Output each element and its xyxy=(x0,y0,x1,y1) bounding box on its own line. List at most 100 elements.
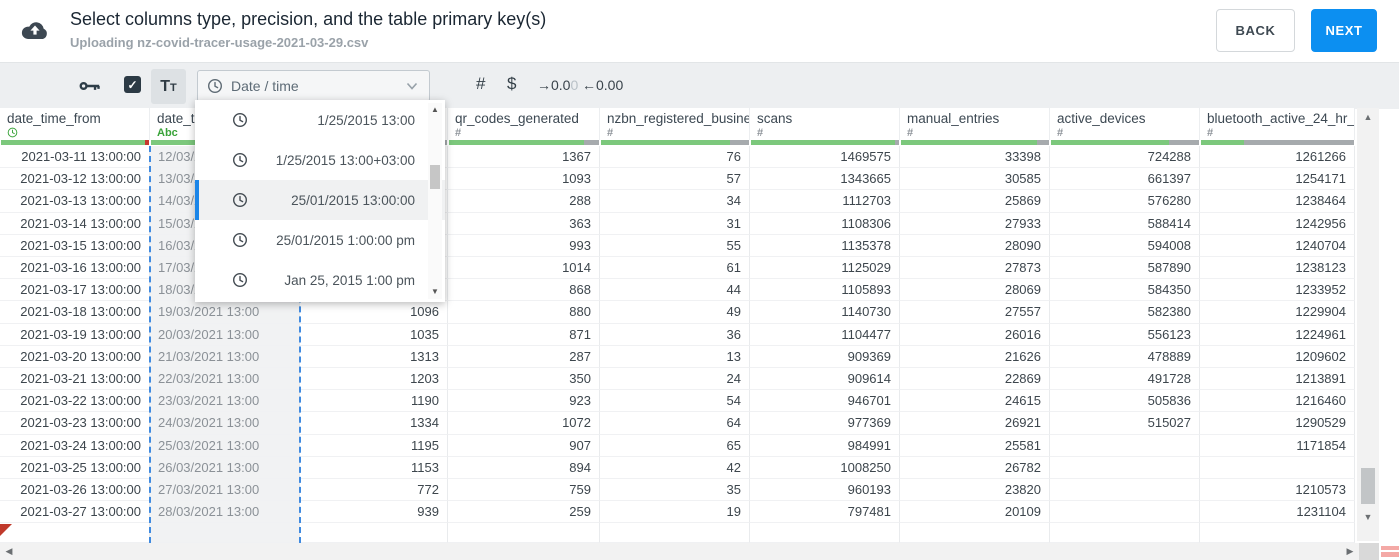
table-cell[interactable] xyxy=(1050,479,1200,502)
type-select[interactable]: Date / time xyxy=(197,70,430,102)
table-cell[interactable]: 31 xyxy=(600,212,750,235)
table-cell[interactable]: 491728 xyxy=(1050,368,1200,391)
table-cell[interactable]: 1008250 xyxy=(750,456,900,479)
next-button[interactable]: NEXT xyxy=(1311,9,1377,52)
table-cell[interactable]: 33398 xyxy=(900,146,1050,169)
table-cell[interactable] xyxy=(1200,456,1355,479)
table-cell[interactable]: 772 xyxy=(300,479,448,502)
horizontal-scrollbar[interactable]: ◀ ▶ xyxy=(0,543,1359,560)
table-cell[interactable]: 44 xyxy=(600,279,750,302)
table-cell[interactable]: 26921 xyxy=(900,412,1050,435)
table-cell[interactable]: 1104477 xyxy=(750,323,900,346)
table-cell[interactable]: 287 xyxy=(448,345,600,368)
table-cell[interactable] xyxy=(1050,434,1200,457)
table-cell[interactable]: 1190 xyxy=(300,390,448,413)
table-cell[interactable]: 515027 xyxy=(1050,412,1200,435)
table-cell[interactable]: 556123 xyxy=(1050,323,1200,346)
table-cell[interactable]: 2021-03-27 13:00:00 xyxy=(0,501,150,524)
table-cell[interactable] xyxy=(0,523,150,543)
table-cell[interactable]: 27873 xyxy=(900,257,1050,280)
table-cell[interactable]: 64 xyxy=(600,412,750,435)
table-cell[interactable]: 24/03/2021 13:00 xyxy=(150,412,300,435)
format-option[interactable]: Jan 25, 2015 1:00 pm xyxy=(195,260,445,300)
column-header[interactable]: manual_entries # xyxy=(900,108,1050,140)
table-cell[interactable]: 907 xyxy=(448,434,600,457)
table-cell[interactable]: 24615 xyxy=(900,390,1050,413)
column-header[interactable]: active_devices # xyxy=(1050,108,1200,140)
table-cell[interactable]: 1469575 xyxy=(750,146,900,169)
scroll-down-icon[interactable]: ▼ xyxy=(428,285,442,299)
table-cell[interactable] xyxy=(1050,456,1200,479)
table-cell[interactable]: 759 xyxy=(448,479,600,502)
table-cell[interactable]: 24 xyxy=(600,368,750,391)
table-cell[interactable]: 2021-03-17 13:00:00 xyxy=(0,279,150,302)
table-cell[interactable]: 1140730 xyxy=(750,301,900,324)
table-cell[interactable]: 1261266 xyxy=(1200,146,1355,169)
table-cell[interactable]: 76 xyxy=(600,146,750,169)
table-cell[interactable]: 288 xyxy=(448,190,600,213)
table-cell[interactable]: 27557 xyxy=(900,301,1050,324)
table-cell[interactable] xyxy=(1050,523,1200,543)
table-cell[interactable]: 259 xyxy=(448,501,600,524)
currency-type-button[interactable]: $ xyxy=(507,74,516,94)
table-cell[interactable]: 65 xyxy=(600,434,750,457)
column-header[interactable]: nzbn_registered_busine # xyxy=(600,108,750,140)
table-cell[interactable]: 23820 xyxy=(900,479,1050,502)
table-cell[interactable]: 2021-03-22 13:00:00 xyxy=(0,390,150,413)
table-cell[interactable]: 1014 xyxy=(448,257,600,280)
scroll-left-icon[interactable]: ◀ xyxy=(0,543,18,560)
table-cell[interactable]: 26782 xyxy=(900,456,1050,479)
table-cell[interactable]: 505836 xyxy=(1050,390,1200,413)
table-cell[interactable]: 584350 xyxy=(1050,279,1200,302)
table-cell[interactable] xyxy=(1050,501,1200,524)
increase-decimal-button[interactable]: →0.00 xyxy=(537,77,578,93)
table-cell[interactable]: 1195 xyxy=(300,434,448,457)
table-cell[interactable]: 28090 xyxy=(900,234,1050,257)
table-cell[interactable]: 894 xyxy=(448,456,600,479)
table-cell[interactable]: 28/03/2021 13:00 xyxy=(150,501,300,524)
table-cell[interactable]: 2021-03-16 13:00:00 xyxy=(0,257,150,280)
table-cell[interactable]: 661397 xyxy=(1050,168,1200,191)
table-cell[interactable]: 871 xyxy=(448,323,600,346)
table-cell[interactable]: 724288 xyxy=(1050,146,1200,169)
table-cell[interactable] xyxy=(300,523,448,543)
table-cell[interactable]: 1171854 xyxy=(1200,434,1355,457)
table-cell[interactable]: 594008 xyxy=(1050,234,1200,257)
table-cell[interactable]: 1290529 xyxy=(1200,412,1355,435)
column-header[interactable]: date_time_from xyxy=(0,108,150,140)
table-cell[interactable]: 13 xyxy=(600,345,750,368)
table-cell[interactable]: 49 xyxy=(600,301,750,324)
table-cell[interactable]: 1238123 xyxy=(1200,257,1355,280)
table-cell[interactable]: 26016 xyxy=(900,323,1050,346)
scroll-down-icon[interactable]: ▼ xyxy=(1357,508,1379,526)
table-cell[interactable]: 993 xyxy=(448,234,600,257)
table-cell[interactable]: 1367 xyxy=(448,146,600,169)
table-cell[interactable]: 977369 xyxy=(750,412,900,435)
table-cell[interactable]: 880 xyxy=(448,301,600,324)
table-cell[interactable]: 1112703 xyxy=(750,190,900,213)
table-cell[interactable]: 587890 xyxy=(1050,257,1200,280)
table-cell[interactable]: 1203 xyxy=(300,368,448,391)
table-cell[interactable]: 22869 xyxy=(900,368,1050,391)
table-cell[interactable]: 27933 xyxy=(900,212,1050,235)
table-cell[interactable]: 1334 xyxy=(300,412,448,435)
primary-key-icon[interactable] xyxy=(79,79,101,93)
table-cell[interactable]: 22/03/2021 13:00 xyxy=(150,368,300,391)
table-cell[interactable]: 1072 xyxy=(448,412,600,435)
vertical-scrollbar[interactable]: ▲ ▼ xyxy=(1357,108,1379,541)
table-cell[interactable]: 960193 xyxy=(750,479,900,502)
table-cell[interactable]: 54 xyxy=(600,390,750,413)
table-cell[interactable]: 1125029 xyxy=(750,257,900,280)
table-cell[interactable]: 55 xyxy=(600,234,750,257)
table-cell[interactable]: 1343665 xyxy=(750,168,900,191)
vertical-scroll-thumb[interactable] xyxy=(1361,468,1375,504)
table-cell[interactable]: 42 xyxy=(600,456,750,479)
table-cell[interactable]: 35 xyxy=(600,479,750,502)
table-cell[interactable]: 1135378 xyxy=(750,234,900,257)
table-cell[interactable]: 1096 xyxy=(300,301,448,324)
table-cell[interactable]: 2021-03-19 13:00:00 xyxy=(0,323,150,346)
scroll-up-icon[interactable]: ▲ xyxy=(428,103,442,117)
table-cell[interactable]: 57 xyxy=(600,168,750,191)
table-cell[interactable]: 909614 xyxy=(750,368,900,391)
table-cell[interactable]: 1035 xyxy=(300,323,448,346)
